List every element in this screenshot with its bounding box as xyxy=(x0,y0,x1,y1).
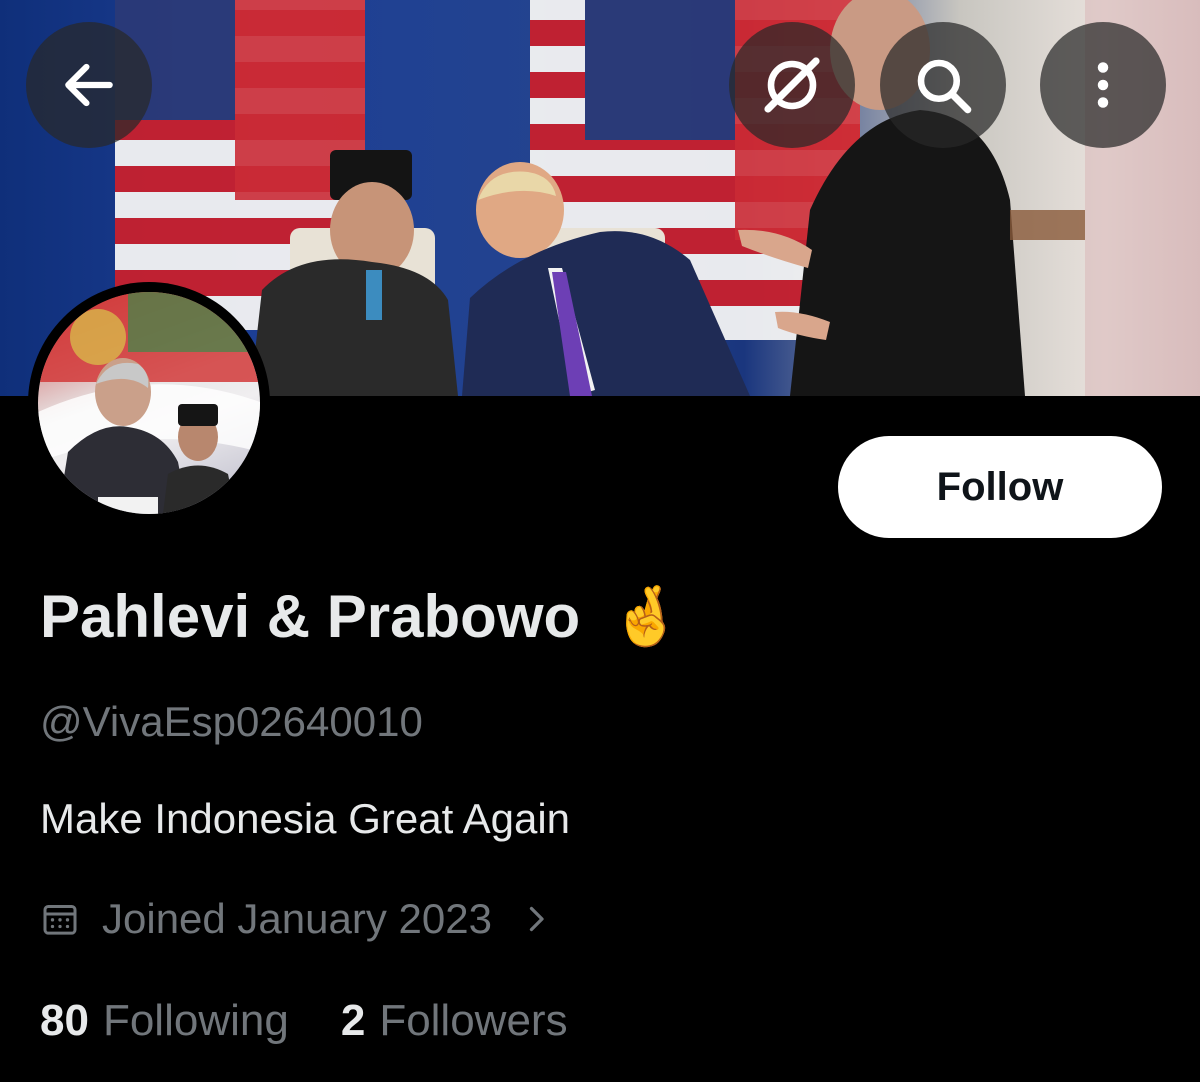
display-name-text: Pahlevi & Prabowo xyxy=(40,583,581,650)
crossed-fingers-emoji: 🤞 xyxy=(610,583,683,649)
profile-avatar[interactable] xyxy=(28,282,270,524)
followers-label: Followers xyxy=(379,996,568,1045)
arrow-left-icon xyxy=(65,63,113,107)
followers-stat[interactable]: 2 Followers xyxy=(341,996,568,1046)
search-button[interactable] xyxy=(880,22,1006,148)
search-icon xyxy=(917,59,972,114)
more-vertical-icon xyxy=(1097,62,1109,108)
following-stat[interactable]: 80 Following xyxy=(40,996,289,1046)
back-button[interactable] xyxy=(26,22,152,148)
display-name: Pahlevi & Prabowo 🤞 xyxy=(40,582,682,651)
joined-date-row[interactable]: Joined January 2023 xyxy=(40,895,554,943)
follow-button[interactable]: Follow xyxy=(838,436,1162,538)
grok-button[interactable] xyxy=(729,22,855,148)
following-count: 80 xyxy=(40,996,89,1045)
joined-date-text: Joined January 2023 xyxy=(102,895,492,942)
calendar-icon xyxy=(43,905,77,935)
grok-icon xyxy=(764,57,820,113)
following-label: Following xyxy=(102,996,289,1045)
chevron-right-icon xyxy=(529,906,544,932)
followers-count: 2 xyxy=(340,996,366,1045)
avatar-image xyxy=(38,292,260,514)
user-bio: Make Indonesia Great Again xyxy=(40,795,571,842)
follow-stats: 80 Following 2 Followers xyxy=(40,996,568,1046)
more-button[interactable] xyxy=(1040,22,1166,148)
user-handle: @VivaEsp02640010 xyxy=(40,698,423,745)
